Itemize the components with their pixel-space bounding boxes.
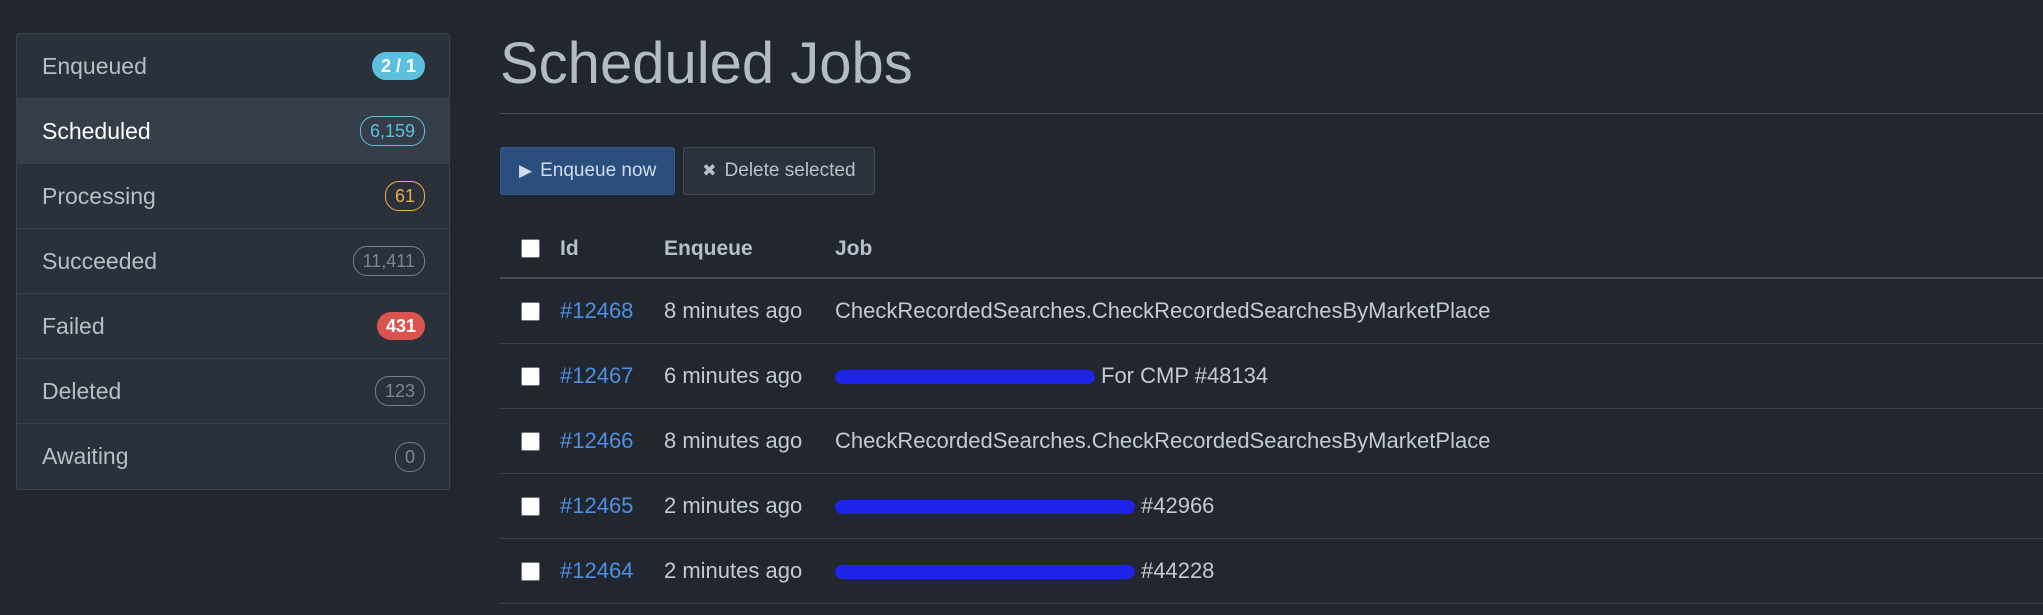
job-name: CheckRecordedSearches.CheckRecordedSearc… [835, 298, 1491, 323]
enqueue-time: 8 minutes ago [664, 428, 803, 453]
enqueue-now-label: Enqueue now [540, 160, 657, 181]
table-row: #12464 2 minutes ago #44228 [500, 539, 2043, 604]
sidebar-item-failed[interactable]: Failed 431 [17, 294, 449, 359]
sidebar-item-label: Processing [42, 182, 156, 209]
table-header: Id Enqueue Job [500, 220, 2043, 279]
table-row: #12465 2 minutes ago #42966 [500, 474, 2043, 539]
table-row: #12466 8 minutes ago CheckRecordedSearch… [500, 409, 2043, 474]
job-name: For CMP #48134 [1101, 363, 1269, 388]
sidebar-item-label: Deleted [42, 377, 122, 404]
job-id-link[interactable]: #12465 [560, 493, 633, 518]
job-id-link[interactable]: #12467 [560, 363, 633, 388]
enqueue-time: 6 minutes ago [664, 363, 803, 388]
enqueue-time: 8 minutes ago [664, 298, 803, 323]
table-row: #12467 6 minutes ago For CMP #48134 [500, 344, 2043, 409]
count-badge: 2 / 1 [371, 52, 425, 80]
sidebar-item-label: Failed [42, 312, 105, 339]
job-id-link[interactable]: #12464 [560, 558, 633, 583]
row-checkbox[interactable] [520, 496, 540, 516]
table-row: #12468 8 minutes ago CheckRecordedSearch… [500, 279, 2043, 344]
count-badge: 61 [384, 181, 425, 211]
column-header-id: Id [560, 236, 579, 260]
enqueue-time: 2 minutes ago [664, 558, 803, 583]
redaction-mark [835, 500, 1135, 515]
count-badge: 6,159 [359, 116, 425, 146]
enqueue-time: 2 minutes ago [664, 493, 803, 518]
row-checkbox[interactable] [520, 431, 540, 451]
sidebar-item-succeeded[interactable]: Succeeded 11,411 [17, 229, 449, 294]
delete-selected-button[interactable]: ✖ Delete selected [683, 147, 875, 195]
play-icon: ▶ [519, 161, 533, 180]
select-all-checkbox[interactable] [520, 239, 540, 258]
sidebar-nav: Enqueued 2 / 1 Scheduled 6,159 Processin… [16, 33, 450, 490]
job-id-link[interactable]: #12466 [560, 428, 633, 453]
column-header-job: Job [835, 236, 873, 260]
sidebar-item-label: Enqueued [42, 52, 147, 79]
job-name: #42966 [1141, 493, 1215, 518]
enqueue-now-button[interactable]: ▶ Enqueue now [500, 147, 676, 195]
sidebar-item-label: Awaiting [42, 443, 129, 469]
jobs-table: Id Enqueue Job #12468 8 minutes ago Chec… [500, 220, 2043, 604]
count-badge: 431 [376, 312, 425, 340]
sidebar-item-label: Succeeded [42, 247, 158, 274]
job-id-link[interactable]: #12468 [560, 298, 633, 323]
job-name: #44228 [1141, 558, 1215, 583]
redaction-mark [835, 565, 1135, 580]
column-header-enqueue: Enqueue [664, 236, 753, 260]
toolbar: ▶ Enqueue now ✖ Delete selected [500, 147, 875, 195]
sidebar-item-deleted[interactable]: Deleted 123 [17, 359, 449, 424]
sidebar-item-awaiting[interactable]: Awaiting 0 [17, 424, 449, 489]
count-badge: 0 [394, 441, 425, 472]
redaction-mark [835, 370, 1095, 385]
close-icon: ✖ [702, 161, 717, 180]
row-checkbox[interactable] [520, 561, 540, 581]
job-name: CheckRecordedSearches.CheckRecordedSearc… [835, 428, 1491, 453]
sidebar-item-scheduled[interactable]: Scheduled 6,159 [17, 99, 449, 164]
title-divider [500, 113, 2043, 114]
delete-selected-label: Delete selected [724, 160, 856, 181]
count-badge: 11,411 [352, 246, 425, 276]
row-checkbox[interactable] [520, 366, 540, 386]
row-checkbox[interactable] [520, 301, 540, 321]
page-title: Scheduled Jobs [500, 31, 913, 96]
count-badge: 123 [374, 376, 425, 406]
sidebar-item-enqueued[interactable]: Enqueued 2 / 1 [17, 34, 449, 99]
sidebar-item-processing[interactable]: Processing 61 [17, 164, 449, 229]
sidebar-item-label: Scheduled [42, 117, 151, 144]
